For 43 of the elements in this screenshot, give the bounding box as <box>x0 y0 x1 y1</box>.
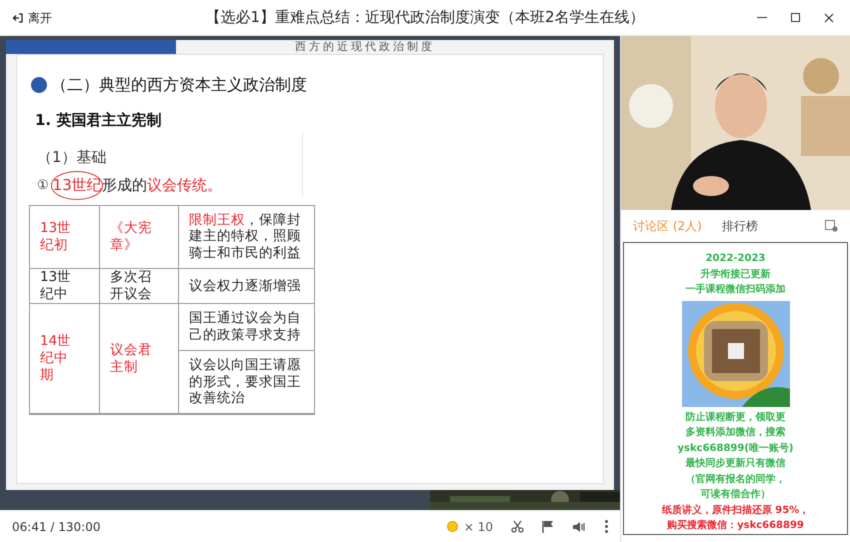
volume-icon[interactable] <box>572 520 586 532</box>
cell-text: 议会以向国王请愿的形式，要求国王改善统治 <box>189 356 302 408</box>
point-text: 形成的 <box>102 176 147 194</box>
more-icon[interactable] <box>604 520 608 533</box>
exit-icon <box>12 12 24 24</box>
scissors-icon[interactable] <box>511 520 524 533</box>
promo-text: （官网有报名的同学， <box>686 472 786 486</box>
window-title: 【选必1】重难点总结：近现代政治制度演变（本班2名学生在线） <box>204 7 646 28</box>
slide-heading: （二）典型的西方资本主义政治制度 <box>51 74 307 96</box>
promo-text: 购买搜索微信：yskc668899 <box>667 518 804 533</box>
coin-count: × 10 <box>464 518 493 536</box>
promo-text: 纸质讲义，原件扫描还原 95%， <box>662 503 810 518</box>
settings-icon[interactable] <box>825 220 838 232</box>
cell-text: 议会权力逐渐增强 <box>189 278 301 294</box>
promo-text: 可读有偿合作） <box>700 488 770 502</box>
promo-text: 最快同步更新只有微信 <box>686 456 786 471</box>
section-title: （1）基础 <box>37 146 108 168</box>
period-cell: 13世纪初 <box>40 220 72 254</box>
period-cell: 14世纪中期 <box>40 333 72 384</box>
leave-button[interactable]: 离开 <box>12 8 172 26</box>
point-number: ① <box>37 176 49 194</box>
cell-text: 国王通过议会为自己的政策寻求支持 <box>189 310 302 344</box>
promo-text: 防止课程断更，领取更 <box>686 410 786 424</box>
panel-tab[interactable]: 排行榜 <box>722 217 758 235</box>
slide-title: 西方的近现代政治制度 <box>294 40 436 54</box>
playback-time: 06:41 / 130:00 <box>12 518 102 536</box>
event-cell-text: 《大宪章》 <box>110 220 153 254</box>
slide-subheading: 1. 英国君主立宪制 <box>35 110 162 131</box>
point-text: 13世纪 <box>52 176 102 194</box>
period-cell: 13世纪中 <box>40 269 72 303</box>
promo-text: yskc668899(唯一账号) <box>678 442 794 456</box>
event-cell-text: 议会君主制 <box>110 342 153 376</box>
cell-text: 限制王权，保障封建主的特权，照顾骑士和市民的利益 <box>189 212 302 262</box>
coin-icon <box>446 521 458 532</box>
maximize-icon[interactable] <box>791 12 800 22</box>
close-icon[interactable] <box>824 12 834 22</box>
promo-text: 多资料添加微信，搜索 <box>686 426 786 440</box>
promo-text: 一手课程微信扫码添加 <box>686 282 786 297</box>
point-text: 议会传统。 <box>146 176 222 194</box>
promo-text: 2022-2023 <box>706 252 766 266</box>
promo-text: 升学衔接已更新 <box>700 267 770 282</box>
event-cell-text: 多次召开议会 <box>110 269 153 303</box>
flag-icon[interactable] <box>542 520 554 533</box>
